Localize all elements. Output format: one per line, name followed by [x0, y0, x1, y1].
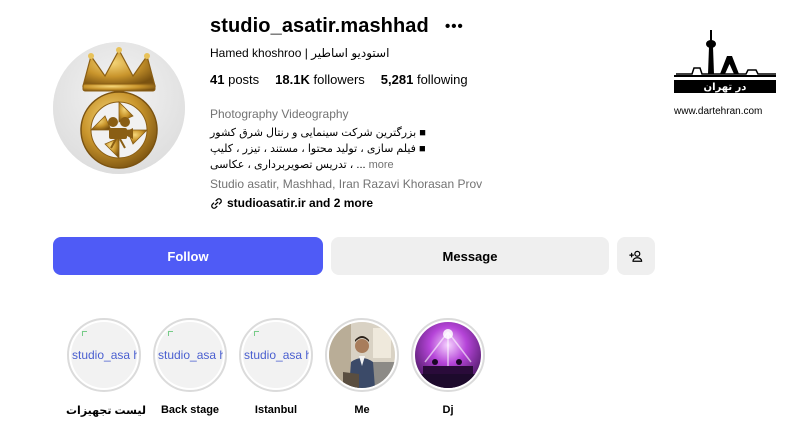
highlight-item[interactable]: Me: [324, 318, 400, 416]
bio-line: فیلم سازی ، تولید محتوا ، مستند ، تیزر ،…: [210, 143, 426, 155]
highlight-broken-image: studio_asa highlight st: [157, 322, 223, 388]
bio-line: بزرگترین شرکت سینمایی و رنتال شرق کشور ■: [210, 127, 426, 139]
message-button[interactable]: Message: [331, 237, 609, 275]
stat-posts-value: 41: [210, 72, 225, 87]
profile-stats: 41 posts 18.1K followers 5,281 following: [210, 72, 468, 87]
broken-image-icon: [168, 331, 173, 336]
highlight-item[interactable]: studio_asa highlight st لیست تجهیزات: [66, 318, 146, 417]
broken-image-icon: [82, 331, 87, 336]
profile-location[interactable]: Studio asatir, Mashhad, Iran Razavi Khor…: [210, 177, 482, 191]
stat-following[interactable]: 5,281 following: [381, 72, 468, 87]
stat-following-value: 5,281: [380, 72, 414, 87]
highlight-label: Me: [354, 404, 370, 416]
profile-link-text: studioasatir.ir and 2 more: [227, 196, 374, 210]
highlight-cover: [411, 318, 485, 392]
profile-avatar[interactable]: [53, 42, 185, 174]
highlight-alt-text: studio_asa highlight st: [244, 348, 309, 362]
dj-stage-photo-icon: [415, 322, 481, 388]
highlight-photo-man: [329, 322, 395, 388]
watermark-logo-text: در تهران: [704, 82, 747, 93]
highlight-alt-text: studio_asa highlight st: [72, 348, 137, 362]
suggested-accounts-button[interactable]: [617, 237, 655, 275]
watermark-logo: در تهران: [672, 28, 778, 102]
profile-username: studio_asatir.mashhad: [210, 15, 429, 37]
studio-logo-icon: [53, 42, 185, 174]
highlight-broken-image: studio_asa highlight st: [243, 322, 309, 388]
tehran-tower-icon: در تهران: [674, 30, 776, 93]
stat-posts-label: posts: [228, 72, 260, 87]
profile-link[interactable]: studioasatir.ir and 2 more: [210, 196, 373, 210]
stat-followers-label: followers: [313, 72, 365, 87]
more-options-icon[interactable]: •••: [445, 18, 464, 35]
highlight-cover: studio_asa highlight st: [239, 318, 313, 392]
highlight-item[interactable]: studio_asa highlight st Back stage: [152, 318, 228, 416]
highlight-cover: studio_asa highlight st: [67, 318, 141, 392]
stat-posts[interactable]: 41 posts: [210, 72, 259, 87]
highlight-alt-text: studio_asa highlight st: [158, 348, 223, 362]
highlight-broken-image: studio_asa highlight st: [71, 322, 137, 388]
highlight-photo-dj: [415, 322, 481, 388]
broken-image-icon: [254, 331, 259, 336]
highlight-label: Back stage: [160, 404, 220, 416]
highlight-label: Dj: [442, 404, 454, 416]
bio-more-link[interactable]: more: [369, 159, 394, 171]
profile-category: Photography Videography: [210, 107, 349, 121]
highlight-cover: [325, 318, 399, 392]
stat-followers[interactable]: 18.1K followers: [275, 72, 365, 87]
person-photo-icon: [329, 322, 395, 388]
highlight-item[interactable]: studio_asa highlight st Istanbul: [238, 318, 314, 416]
link-icon: [211, 197, 222, 209]
bio-line-text: تدریس تصویربرداری ، عکاسی ، ...: [210, 159, 366, 171]
watermark-url: www.dartehran.com: [674, 106, 763, 117]
highlight-label: لیست تجهیزات: [66, 405, 146, 417]
highlight-cover: studio_asa highlight st: [153, 318, 227, 392]
add-person-icon: [629, 250, 643, 262]
follow-button[interactable]: Follow: [53, 237, 323, 275]
stat-followers-value: 18.1K: [275, 72, 310, 87]
bio-line: تدریس تصویربرداری ، عکاسی ، ... more: [210, 158, 394, 171]
highlight-item[interactable]: Dj: [410, 318, 486, 416]
stat-following-label: following: [416, 72, 468, 87]
highlight-label: Istanbul: [254, 404, 298, 416]
profile-full-name: Hamed khoshroo | استودیو اساطیر: [210, 46, 390, 60]
